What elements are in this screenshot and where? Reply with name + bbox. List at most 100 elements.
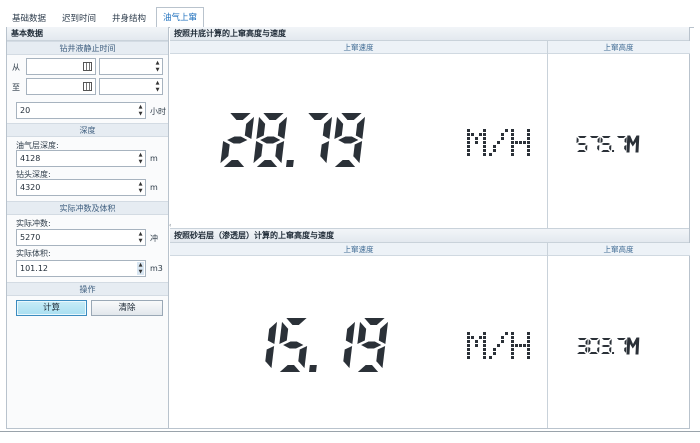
digit-glyph bbox=[220, 113, 255, 167]
unit-glyph bbox=[626, 135, 640, 153]
digit-segment bbox=[589, 338, 599, 340]
dot-char bbox=[489, 332, 508, 359]
digit-segment bbox=[577, 150, 586, 152]
tab-basic-data[interactable]: 基础数据 bbox=[6, 10, 52, 28]
spinner-arrows-icon[interactable]: ▲ ▼ bbox=[137, 231, 144, 244]
spinner-arrows-icon[interactable]: ▲ ▼ bbox=[137, 262, 144, 275]
digit-glyph bbox=[576, 136, 588, 152]
calendar-icon[interactable] bbox=[83, 82, 92, 91]
section-depth: 深度 bbox=[7, 123, 168, 137]
digit-glyph bbox=[600, 136, 612, 152]
basic-data-panel: 基本数据 钻井液静止时间 从 ▲ ▼ 至 ▲ ▼ 20 ▲ ▼ 小时 深度 油气层深度… bbox=[7, 27, 169, 428]
digit-glyph bbox=[334, 113, 366, 167]
digit-segment bbox=[253, 141, 263, 164]
unit-glyph bbox=[626, 337, 640, 355]
strokes-unit: 冲 bbox=[150, 234, 158, 243]
panel2-speed-header: 上窜速度 bbox=[170, 243, 547, 256]
digit-segment bbox=[361, 341, 382, 349]
digit-segment bbox=[588, 347, 591, 353]
digit-segment bbox=[334, 116, 344, 139]
spinner-arrows-icon[interactable]: ▲ ▼ bbox=[137, 181, 144, 194]
panel1-title: 按照井底计算的上窜高度与速度 bbox=[170, 27, 689, 41]
actual-volume-value: 101.12 bbox=[20, 264, 48, 273]
from-date-picker[interactable] bbox=[26, 58, 96, 75]
hours-value: 20 bbox=[20, 106, 31, 115]
section-ops: 操作 bbox=[7, 282, 168, 296]
digit-segment bbox=[275, 141, 285, 164]
digit-segment bbox=[283, 341, 304, 349]
digit-segment bbox=[343, 346, 353, 369]
digit-segment bbox=[357, 321, 367, 344]
digit-segment bbox=[597, 145, 600, 151]
digit-segment bbox=[600, 137, 603, 143]
actual-strokes-input[interactable]: 5270 ▲ ▼ bbox=[16, 229, 146, 246]
calendar-icon[interactable] bbox=[83, 62, 92, 71]
digit-segment bbox=[341, 113, 362, 120]
to-time-spinner[interactable]: ▲ ▼ bbox=[99, 78, 163, 95]
digit-segment bbox=[597, 137, 600, 143]
digit-glyph bbox=[616, 136, 627, 151]
clear-button[interactable]: 清除 bbox=[91, 300, 163, 316]
dot-char bbox=[511, 129, 530, 156]
spinner-arrows-icon[interactable]: ▲ ▼ bbox=[137, 104, 144, 117]
digit-segment bbox=[585, 339, 588, 345]
digit-segment bbox=[597, 339, 600, 345]
tab-bar: 基础数据 迟到时间 井身结构 油气上窜 bbox=[6, 6, 208, 28]
panel2-title: 按照砂岩层（渗透层）计算的上窜高度与速度 bbox=[170, 229, 689, 243]
decimal-point-segment bbox=[308, 365, 317, 372]
decimal-point-segment bbox=[285, 160, 294, 167]
digit-segment bbox=[263, 113, 284, 120]
digit-segment bbox=[279, 321, 289, 344]
spinner-arrows-icon[interactable]: ▲ ▼ bbox=[154, 80, 161, 93]
digit-segment bbox=[585, 347, 588, 353]
digit-segment bbox=[624, 347, 627, 353]
digit-segment bbox=[260, 136, 281, 144]
digit-segment bbox=[320, 141, 330, 164]
digit-segment bbox=[378, 321, 389, 344]
panel1-column-divider bbox=[547, 41, 548, 228]
digit-glyph bbox=[265, 321, 278, 369]
oil-depth-unit: m bbox=[150, 154, 158, 163]
to-date-picker[interactable] bbox=[26, 78, 96, 95]
digit-glyph bbox=[601, 338, 612, 354]
calculate-button[interactable]: 计算 bbox=[16, 300, 87, 316]
digit-segment bbox=[624, 145, 627, 151]
digit-segment bbox=[286, 318, 307, 325]
digit-glyph bbox=[279, 318, 308, 372]
spinner-arrows-icon[interactable]: ▲ ▼ bbox=[154, 60, 161, 73]
oil-depth-input[interactable]: 4128 ▲ ▼ bbox=[16, 150, 146, 167]
bit-depth-input[interactable]: 4320 ▲ ▼ bbox=[16, 179, 146, 196]
digit-glyph bbox=[308, 113, 333, 164]
decimal-point-segment bbox=[611, 150, 615, 152]
digit-segment bbox=[364, 318, 385, 325]
digit-segment bbox=[256, 116, 266, 139]
digit-segment bbox=[601, 345, 611, 347]
digit-segment bbox=[597, 347, 600, 353]
digit-segment bbox=[345, 321, 356, 344]
from-time-spinner[interactable]: ▲ ▼ bbox=[99, 58, 163, 75]
digit-segment bbox=[577, 143, 587, 145]
hours-unit: 小时 bbox=[150, 107, 166, 116]
tab-oil-gas-rise[interactable]: 油气上窜 bbox=[156, 7, 205, 28]
digit-segment bbox=[322, 116, 333, 139]
hours-input[interactable]: 20 ▲ ▼ bbox=[16, 102, 146, 119]
digit-segment bbox=[577, 352, 586, 354]
digit-glyph bbox=[253, 113, 288, 167]
digit-segment bbox=[601, 338, 611, 340]
actual-volume-input[interactable]: 101.12 ▲ ▼ bbox=[16, 260, 146, 277]
dot-char bbox=[467, 332, 486, 359]
digit-glyph bbox=[588, 338, 600, 354]
actual-strokes-label: 实际冲数: bbox=[16, 219, 51, 228]
digit-glyph bbox=[616, 338, 627, 353]
panel1-speed-unit bbox=[467, 129, 530, 156]
spinner-arrows-icon[interactable]: ▲ ▼ bbox=[137, 152, 144, 165]
panel1-speed-header: 上窜速度 bbox=[170, 41, 547, 54]
digit-glyph bbox=[343, 321, 356, 369]
digit-segment bbox=[256, 160, 278, 167]
volume-unit: m3 bbox=[150, 264, 163, 273]
tab-well-structure[interactable]: 井身结构 bbox=[106, 10, 152, 28]
panel2-speed-unit bbox=[467, 332, 530, 359]
digit-segment bbox=[265, 346, 275, 369]
digit-segment bbox=[577, 136, 587, 138]
tab-lag-time[interactable]: 迟到时间 bbox=[56, 10, 102, 28]
